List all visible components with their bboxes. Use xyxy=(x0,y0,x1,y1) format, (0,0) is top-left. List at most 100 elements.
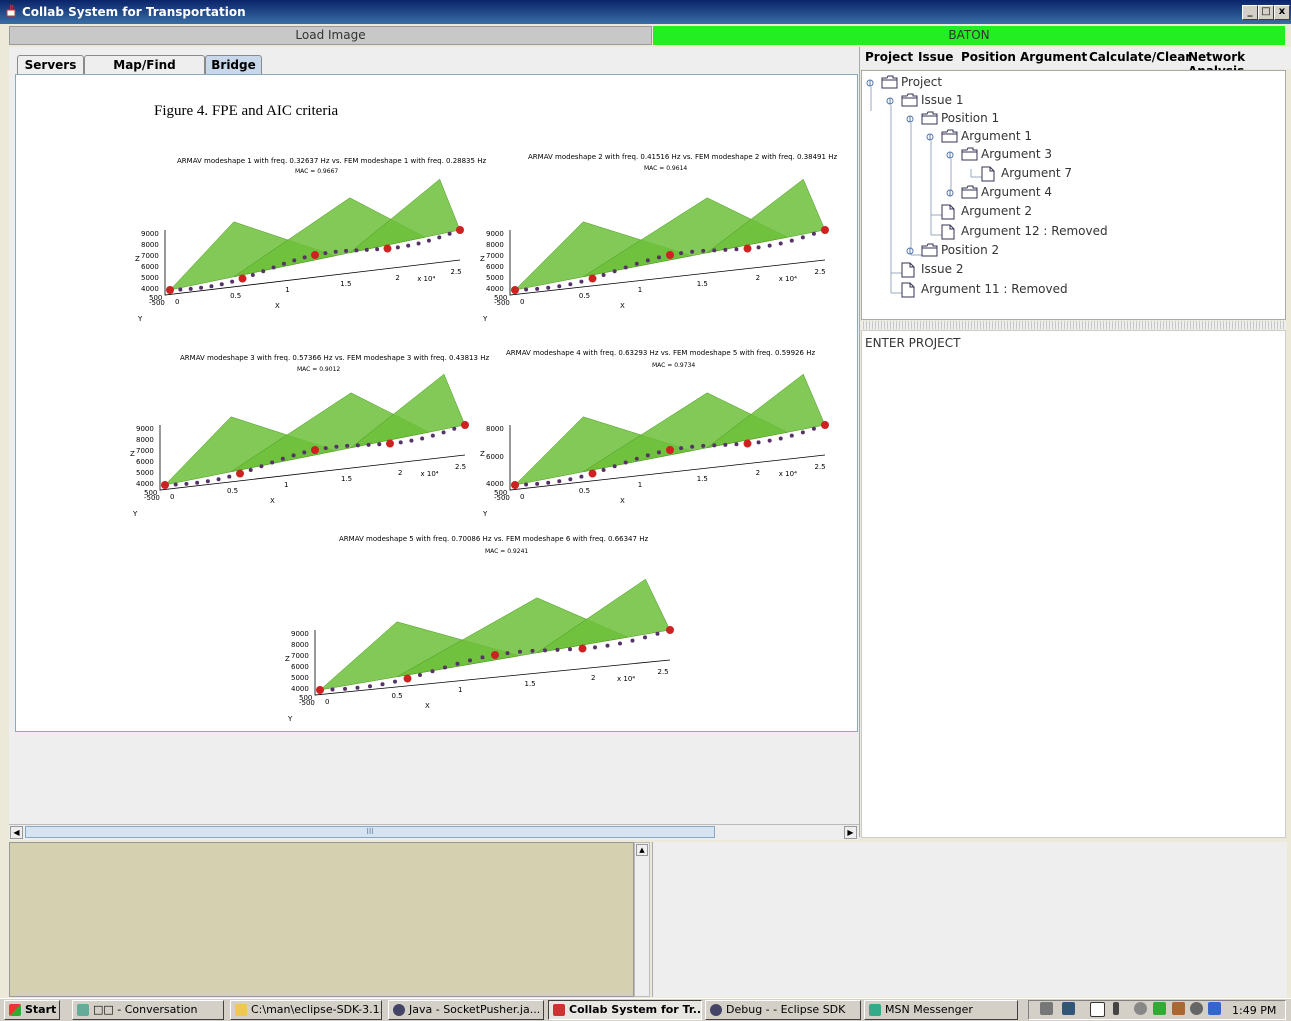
tree-node-label[interactable]: Argument 3 xyxy=(981,147,1052,161)
tree-toggle-icon[interactable] xyxy=(946,187,955,201)
tab-bridge[interactable]: Bridge xyxy=(205,55,262,75)
taskbar-item-java[interactable]: Java - SocketPusher.ja... xyxy=(388,1000,544,1020)
deck-marker xyxy=(311,251,319,259)
load-image-button[interactable]: Load Image xyxy=(9,26,652,45)
start-label: Start xyxy=(25,1003,57,1016)
deck-marker xyxy=(756,245,761,250)
tree-toggle-icon[interactable] xyxy=(946,149,955,163)
monitor-icon[interactable] xyxy=(1062,1002,1075,1015)
deck-marker xyxy=(330,687,335,692)
z-tick-label: 9000 xyxy=(141,230,159,238)
scroll-thumb[interactable]: III xyxy=(25,826,715,838)
z-tick-label: 7000 xyxy=(486,252,504,260)
z-tick-label: 8000 xyxy=(486,425,504,433)
menu-position[interactable]: Position xyxy=(961,50,1016,64)
deck-marker xyxy=(430,669,435,674)
help-icon[interactable] xyxy=(1090,1002,1105,1017)
tab-map-find-stations[interactable]: Map/Find Stations xyxy=(84,55,205,91)
deck-marker xyxy=(259,464,264,469)
tree-node-label[interactable]: Project xyxy=(901,75,942,89)
z-tick-label: 7000 xyxy=(136,447,154,455)
deck-marker xyxy=(248,468,253,473)
vertical-scrollbar[interactable]: ▲ xyxy=(634,842,650,997)
taskbar: Start □□ - Conversation C:\man\eclipse-S… xyxy=(0,998,1291,1021)
tree-toggle-icon[interactable] xyxy=(906,113,915,127)
tab-servers[interactable]: Servers xyxy=(17,55,84,75)
taskbar-item-conversation[interactable]: □□ - Conversation xyxy=(72,1000,224,1020)
modeshape-plot xyxy=(159,373,469,491)
horizontal-scrollbar[interactable]: ◀ III ▶ xyxy=(9,824,859,840)
close-button[interactable]: x xyxy=(1274,5,1290,20)
taskbar-item-eclipse-folder[interactable]: C:\man\eclipse-SDK-3.1... xyxy=(230,1000,382,1020)
x-tick-label: 2 xyxy=(755,469,761,477)
x-tick-label: 2 xyxy=(395,274,400,282)
deck-marker xyxy=(511,481,519,489)
scroll-left-arrow[interactable]: ◀ xyxy=(10,826,23,839)
tree-node-label[interactable]: Issue 2 xyxy=(921,262,963,276)
menu-project[interactable]: Project xyxy=(865,50,913,64)
deck-marker xyxy=(811,426,816,431)
tree-node-label[interactable]: Position 1 xyxy=(941,111,999,125)
tree-node-label[interactable]: Position 2 xyxy=(941,243,999,257)
start-button[interactable]: Start xyxy=(4,1000,60,1020)
pen-icon[interactable] xyxy=(1040,1002,1053,1015)
maximize-button[interactable]: □ xyxy=(1258,5,1274,20)
menu-issue[interactable]: Issue xyxy=(918,50,953,64)
console-area[interactable] xyxy=(9,842,634,997)
deck-marker xyxy=(227,474,232,479)
folder-icon xyxy=(921,243,938,260)
taskbar-item-collab[interactable]: Collab System for Tr... xyxy=(548,1000,702,1020)
x-tick-label: 2 xyxy=(398,469,403,477)
tree-toggle-icon[interactable] xyxy=(926,131,935,145)
shield-icon[interactable] xyxy=(1208,1002,1221,1015)
taskbar-item-label: Collab System for Tr... xyxy=(569,1003,702,1016)
tree-toggle-icon[interactable] xyxy=(906,245,915,259)
deck-marker xyxy=(734,247,739,252)
deck-marker xyxy=(656,255,661,260)
deck-marker xyxy=(679,251,684,256)
tree-toggle-icon[interactable] xyxy=(866,77,875,91)
update-icon[interactable] xyxy=(1190,1002,1203,1015)
folder-icon xyxy=(881,75,898,92)
taskbar-item-debug[interactable]: Debug - - Eclipse SDK xyxy=(705,1000,861,1020)
tree-toggle-icon[interactable] xyxy=(886,95,895,109)
scroll-right-arrow[interactable]: ▶ xyxy=(844,826,857,839)
x-tick-label: 2.5 xyxy=(657,668,669,676)
window-title-bar[interactable]: Collab System for Transportation _ □ x xyxy=(0,0,1291,24)
deck-marker xyxy=(188,286,193,291)
tree-node-label[interactable]: Argument 11 : Removed xyxy=(921,282,1068,296)
clock: 1:49 PM xyxy=(1232,1004,1277,1017)
network-icon[interactable] xyxy=(1113,1002,1119,1015)
tree-node-label[interactable]: Argument 2 xyxy=(961,204,1032,218)
tree-node-label[interactable]: Issue 1 xyxy=(921,93,963,107)
deck-marker xyxy=(443,665,447,670)
x-tick-label: 1.5 xyxy=(341,475,353,483)
z-tick-label: 4000 xyxy=(486,480,504,488)
tree-node-label[interactable]: Argument 4 xyxy=(981,185,1052,199)
tree-node-label[interactable]: Argument 7 xyxy=(1001,166,1072,180)
msn-tray-icon[interactable] xyxy=(1153,1002,1166,1015)
tree-node-label[interactable]: Argument 1 xyxy=(961,129,1032,143)
deck-marker xyxy=(216,477,221,482)
deck-marker xyxy=(468,658,472,663)
deck-marker xyxy=(426,238,431,243)
scroll-up-arrow[interactable]: ▲ xyxy=(636,844,648,856)
taskbar-item-msn[interactable]: MSN Messenger xyxy=(864,1000,1018,1020)
deck-marker xyxy=(166,286,174,294)
tray-app-icon[interactable] xyxy=(1172,1002,1185,1015)
split-divider[interactable] xyxy=(861,321,1286,329)
baton-status[interactable]: BATON xyxy=(653,26,1285,45)
menu-argument[interactable]: Argument xyxy=(1020,50,1087,64)
deck-marker xyxy=(656,450,661,455)
deck-marker xyxy=(366,442,371,447)
entry-panel[interactable] xyxy=(861,330,1286,838)
menu-calculate-clear[interactable]: Calculate/Clear xyxy=(1089,50,1191,64)
deck-marker xyxy=(416,241,421,246)
sound-icon[interactable] xyxy=(1134,1002,1147,1015)
tree-node-label[interactable]: Argument 12 : Removed xyxy=(961,224,1108,238)
deck-marker xyxy=(491,651,499,659)
x-tick-label: 0 xyxy=(325,698,330,706)
minimize-button[interactable]: _ xyxy=(1242,5,1258,20)
deck-marker xyxy=(323,251,328,256)
deck-marker xyxy=(578,644,587,653)
